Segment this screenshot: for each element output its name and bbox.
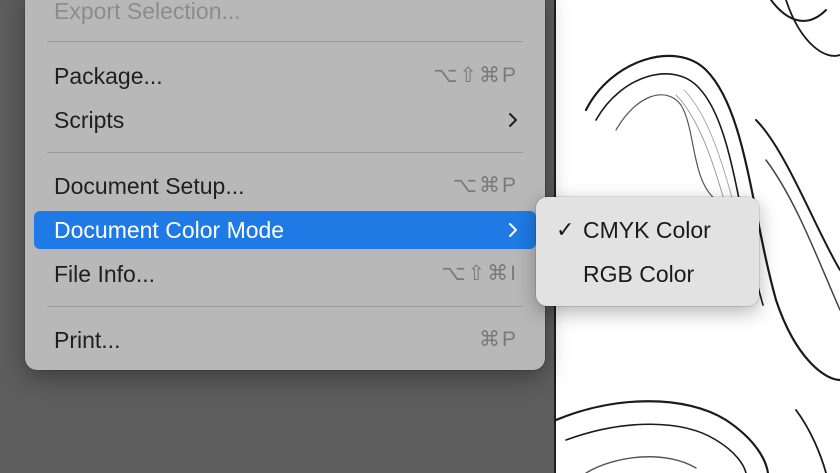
menu-item-file-info[interactable]: File Info... ⌥⇧⌘I xyxy=(34,255,536,293)
menu-separator xyxy=(47,152,523,153)
menu-item-scripts[interactable]: Scripts xyxy=(34,101,536,139)
chevron-right-icon xyxy=(509,223,517,237)
menu-item-document-setup[interactable]: Document Setup... ⌥⌘P xyxy=(34,167,536,205)
menu-separator xyxy=(47,306,523,307)
menu-item-label: Document Setup... xyxy=(54,173,245,199)
menu-item-print[interactable]: Print... ⌘P xyxy=(34,321,536,359)
menu-item-shortcut: ⌥⌘P xyxy=(452,174,518,197)
menu-item-shortcut: ⌘P xyxy=(478,328,518,351)
submenu-item-rgb-color[interactable]: RGB Color xyxy=(542,255,753,293)
menu-item-shortcut: ⌥⇧⌘I xyxy=(441,262,518,285)
checkmark-icon: ✓ xyxy=(556,217,575,242)
menu-item-label: Package... xyxy=(54,63,163,89)
color-mode-submenu: ✓ CMYK Color RGB Color xyxy=(536,197,759,306)
menu-item-label: Scripts xyxy=(54,107,125,133)
submenu-item-label: CMYK Color xyxy=(583,217,711,243)
chevron-right-icon xyxy=(509,113,517,127)
menu-separator xyxy=(47,41,523,42)
submenu-item-cmyk-color[interactable]: ✓ CMYK Color xyxy=(542,211,753,249)
file-menu: Export Selection... Package... ⌥⇧⌘P Scri… xyxy=(25,0,545,370)
menu-item-package[interactable]: Package... ⌥⇧⌘P xyxy=(34,57,536,95)
menu-item-document-color-mode[interactable]: Document Color Mode xyxy=(34,211,536,249)
menu-item-label: Document Color Mode xyxy=(54,217,285,243)
menu-item-label: Print... xyxy=(54,327,121,353)
submenu-item-label: RGB Color xyxy=(583,261,695,287)
menu-item-label: Export Selection... xyxy=(54,0,241,24)
menu-item-export-selection: Export Selection... xyxy=(34,0,536,30)
menu-item-label: File Info... xyxy=(54,261,155,287)
menu-item-shortcut: ⌥⇧⌘P xyxy=(433,64,518,87)
